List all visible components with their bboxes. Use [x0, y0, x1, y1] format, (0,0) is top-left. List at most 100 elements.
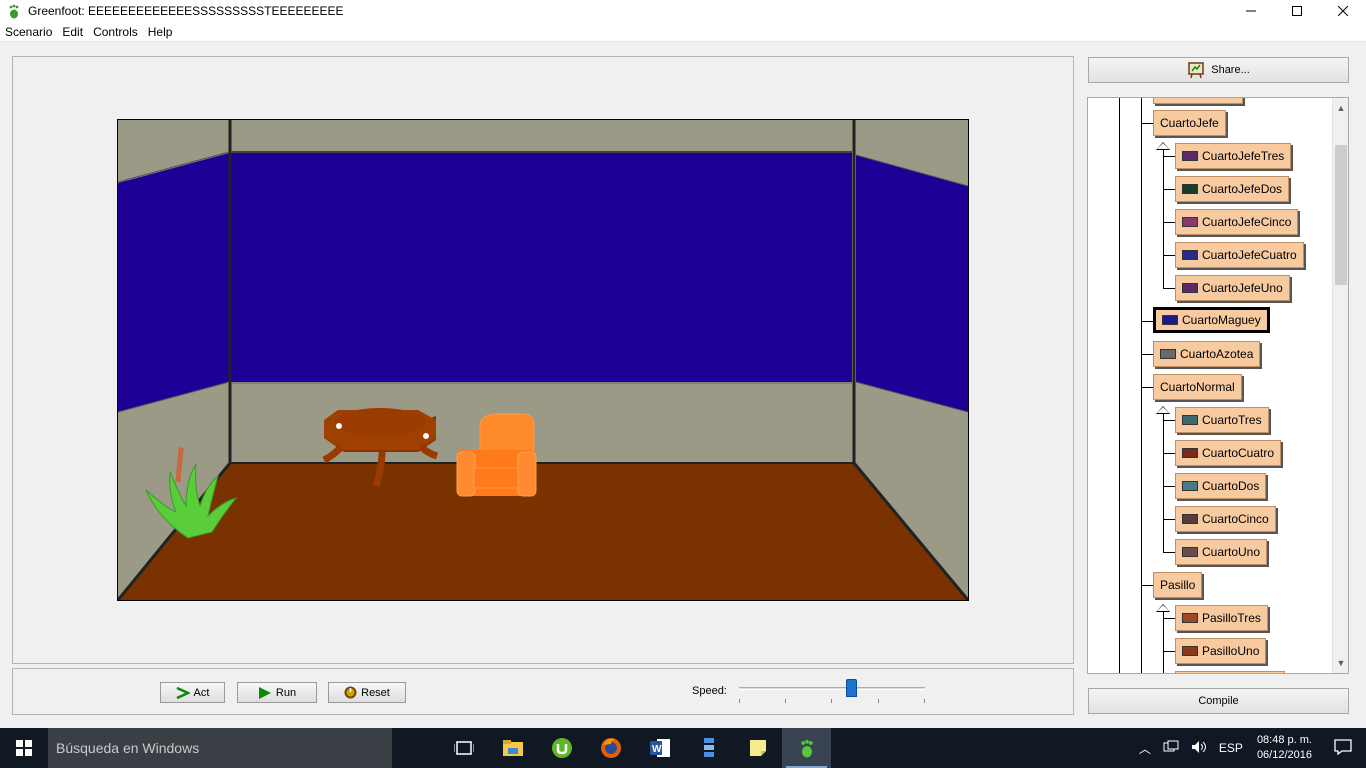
file-explorer-button[interactable] — [488, 728, 537, 768]
class-cuartojefecuatro[interactable]: CuartoJefeCuatro — [1175, 242, 1304, 268]
menu-edit[interactable]: Edit — [57, 22, 88, 42]
speed-label: Speed: — [692, 685, 727, 697]
window-title: Greenfoot: EEEEEEEEEEEEESSSSSSSSSTEEEEEE… — [28, 4, 344, 18]
reset-button[interactable]: Reset — [328, 682, 406, 703]
show-hidden-icons-icon[interactable]: ︿ — [1133, 740, 1157, 757]
menu-help[interactable]: Help — [143, 22, 178, 42]
class-box-partial[interactable] — [1153, 98, 1243, 104]
greenfoot-taskbar-button[interactable] — [782, 728, 831, 768]
class-label: CuartoJefeTres — [1202, 149, 1285, 163]
clock-time: 08:48 p. m. — [1256, 734, 1312, 746]
folder-icon — [502, 740, 523, 756]
class-cuartojefecinco[interactable]: CuartoJefeCinco — [1175, 209, 1299, 235]
sticky-notes-button[interactable] — [733, 728, 782, 768]
word-icon: W — [649, 739, 670, 757]
class-pasillotres[interactable]: PasilloTres — [1175, 605, 1268, 631]
right-wall — [856, 155, 968, 412]
class-image-icon — [1182, 481, 1198, 491]
class-label: CuartoUno — [1202, 545, 1261, 559]
start-button[interactable] — [0, 728, 48, 768]
class-box-partial[interactable] — [1175, 671, 1285, 673]
class-cuartocinco[interactable]: CuartoCinco — [1175, 506, 1276, 532]
class-image-icon — [1182, 250, 1198, 260]
network-icon-graphic — [1163, 740, 1179, 751]
firefox-icon — [600, 738, 621, 758]
world-panel — [12, 56, 1074, 664]
volume-icon[interactable] — [1185, 740, 1213, 757]
clock-date: 06/12/2016 — [1256, 749, 1312, 761]
class-cuartocuatro[interactable]: CuartoCuatro — [1175, 440, 1282, 466]
menu-scenario[interactable]: Scenario — [0, 22, 57, 42]
minimize-button[interactable] — [1228, 0, 1274, 22]
class-label: CuartoJefe — [1160, 116, 1219, 130]
class-cuartomaguey[interactable]: CuartoMaguey — [1153, 307, 1270, 333]
menu-bar: Scenario Edit Controls Help — [0, 22, 1366, 42]
close-button[interactable] — [1320, 0, 1366, 22]
compile-button[interactable]: Compile — [1088, 688, 1349, 714]
class-cuartoazotea[interactable]: CuartoAzotea — [1153, 341, 1261, 367]
class-label: CuartoCuatro — [1202, 446, 1275, 460]
window-controls — [1228, 0, 1366, 22]
minimize-icon — [1246, 10, 1256, 12]
firefox-button[interactable] — [586, 728, 635, 768]
class-cuartodos[interactable]: CuartoDos — [1175, 473, 1267, 499]
left-wall — [118, 153, 229, 412]
task-view-icon — [453, 741, 474, 755]
app-button[interactable] — [684, 728, 733, 768]
action-center-icon[interactable] — [1320, 738, 1366, 758]
sticky-note-icon — [749, 740, 766, 756]
greenfoot-logo-icon — [9, 4, 19, 19]
system-tray: ︿ ESP 08:48 p. m. 06/12/2016 — [1133, 728, 1366, 768]
class-cuartojefe[interactable]: CuartoJefe — [1153, 110, 1226, 136]
run-label: Run — [275, 686, 297, 699]
class-cuartouno[interactable]: CuartoUno — [1175, 539, 1268, 565]
reset-label: Reset — [361, 686, 390, 699]
inheritance-arrow — [1156, 142, 1170, 150]
class-image-icon — [1162, 315, 1178, 325]
scrollbar-thumb[interactable] — [1335, 145, 1347, 285]
class-label: CuartoNormal — [1160, 380, 1235, 394]
run-button[interactable]: Run — [237, 682, 317, 703]
class-cuartojefetres[interactable]: CuartoJefeTres — [1175, 143, 1292, 169]
class-pasillo[interactable]: Pasillo — [1153, 572, 1203, 598]
room-scene — [118, 120, 968, 600]
class-label: PasilloTres — [1202, 611, 1261, 625]
task-view-button[interactable] — [439, 728, 488, 768]
taskbar: Búsqueda en Windows W ︿ ESP 08:48 p. m. … — [0, 728, 1366, 768]
class-pasillouno[interactable]: PasilloUno — [1175, 638, 1267, 664]
svg-text:W: W — [652, 744, 662, 755]
speed-slider-thumb[interactable] — [845, 679, 857, 697]
utorrent-button[interactable] — [537, 728, 586, 768]
class-cuartonormal[interactable]: CuartoNormal — [1153, 374, 1242, 400]
class-image-icon — [1182, 646, 1198, 656]
class-image-icon — [1182, 448, 1198, 458]
share-label: Share... — [1211, 64, 1250, 76]
floor — [118, 463, 968, 600]
class-cuartotres[interactable]: CuartoTres — [1175, 407, 1269, 433]
inheritance-arrow — [1156, 406, 1170, 414]
class-image-icon — [1182, 217, 1198, 227]
maximize-button[interactable] — [1274, 0, 1320, 22]
back-wall — [231, 153, 852, 382]
class-label: CuartoJefeCinco — [1202, 215, 1292, 229]
class-image-icon — [1160, 349, 1176, 359]
class-label: CuartoJefeCuatro — [1202, 248, 1297, 262]
language-indicator[interactable]: ESP — [1213, 741, 1249, 755]
clock[interactable]: 08:48 p. m. 06/12/2016 — [1249, 733, 1320, 763]
world-canvas[interactable] — [117, 119, 969, 601]
network-icon[interactable] — [1157, 740, 1185, 757]
class-cuartojefedos[interactable]: CuartoJefeDos — [1175, 176, 1290, 202]
speed-slider[interactable] — [739, 677, 925, 705]
class-label: CuartoJefeDos — [1202, 182, 1283, 196]
share-button[interactable]: Share... — [1088, 57, 1349, 83]
scroll-down-icon[interactable]: ▼ — [1333, 655, 1348, 671]
scroll-up-icon[interactable]: ▲ — [1333, 100, 1348, 116]
menu-controls[interactable]: Controls — [88, 22, 143, 42]
taskbar-search-box[interactable]: Búsqueda en Windows — [48, 728, 392, 768]
stack-icon — [703, 738, 714, 757]
act-button[interactable]: Act — [160, 682, 225, 703]
class-cuartojefeuno[interactable]: CuartoJefeUno — [1175, 275, 1290, 301]
class-tree-scrollbar[interactable]: ▲ ▼ — [1332, 98, 1348, 673]
word-button[interactable]: W — [635, 728, 684, 768]
notification-icon — [1334, 738, 1352, 755]
